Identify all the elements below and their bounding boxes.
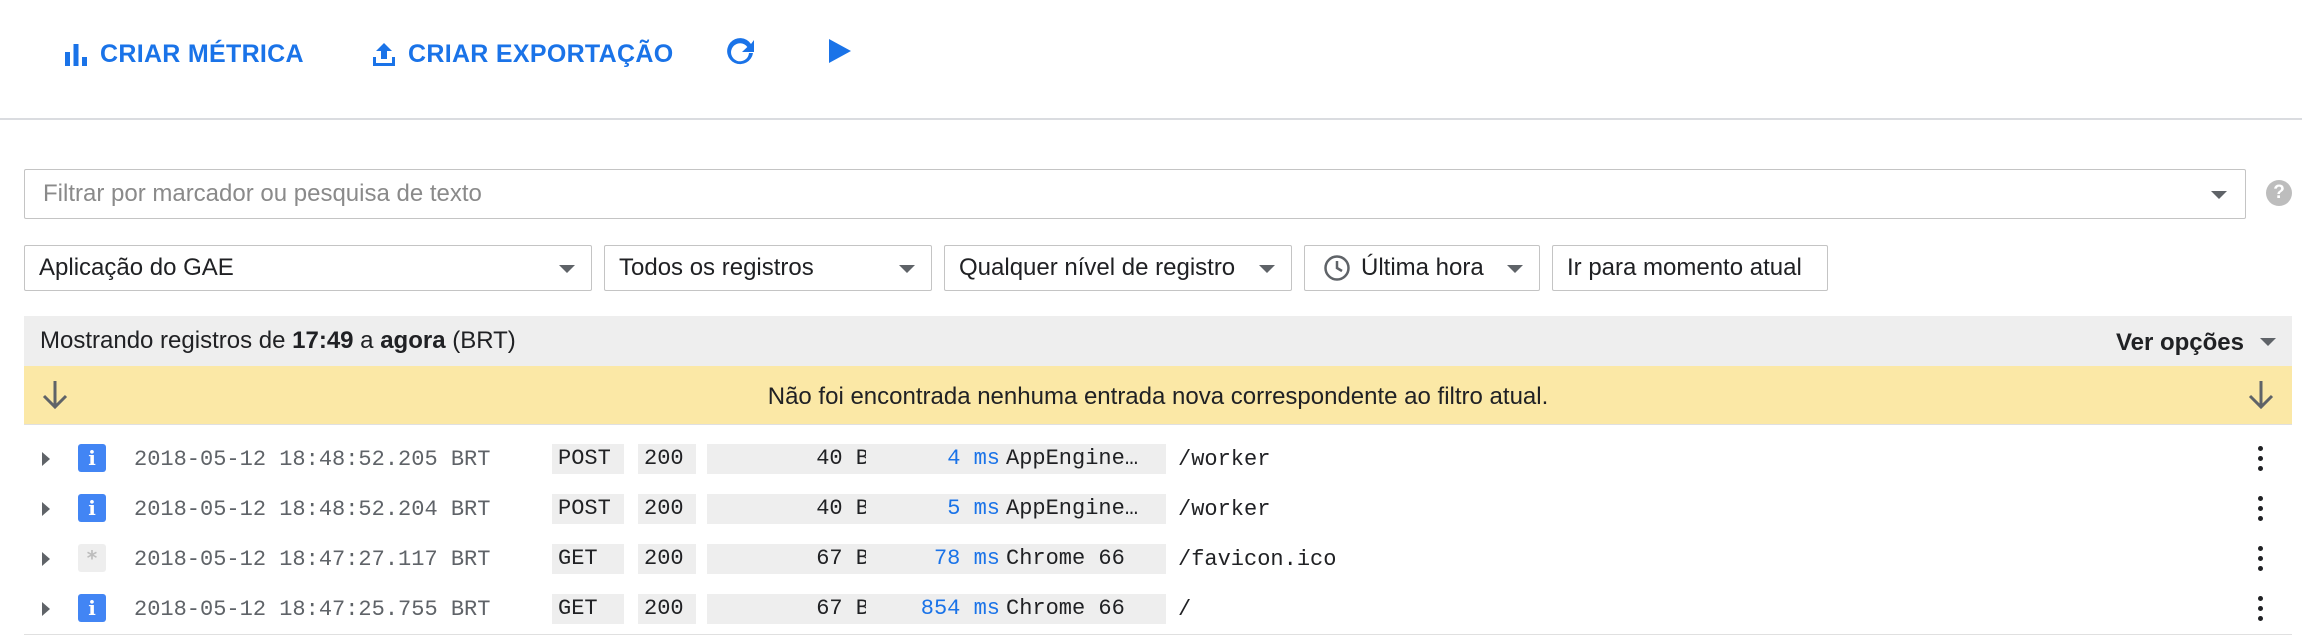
chevron-down-icon — [899, 265, 915, 273]
log-timestamp: 2018-05-12 18:48:52.205 BRT — [134, 447, 491, 472]
logs-selector-label: Todos os registros — [619, 254, 814, 281]
response-size[interactable]: 67 B — [707, 594, 875, 624]
log-range-mid: a — [353, 327, 381, 354]
chevron-down-icon — [1507, 265, 1523, 273]
chevron-down-icon[interactable] — [2260, 338, 2276, 346]
http-status[interactable]: 200 — [638, 544, 696, 574]
log-range-prefix: Mostrando registros de — [40, 327, 293, 354]
create-export-button[interactable]: CRIAR EXPORTAÇÃO — [370, 30, 673, 78]
response-size[interactable]: 40 B — [707, 444, 875, 474]
resource-selector[interactable]: Aplicação do GAE — [24, 245, 592, 291]
clock-icon — [1323, 254, 1351, 282]
log-row[interactable]: i 2018-05-12 18:47:25.755 BRT GET 200 67… — [24, 584, 2292, 635]
log-range-end: agora — [380, 327, 446, 354]
time-selector-label: Última hora — [1361, 254, 1484, 281]
level-selector-label: Qualquer nível de registro — [959, 254, 1236, 281]
create-export-label: CRIAR EXPORTAÇÃO — [408, 39, 674, 68]
notice-message: Não foi encontrada nenhuma entrada nova … — [767, 383, 1549, 410]
latency[interactable]: 4 ms — [866, 444, 1006, 474]
info-severity-icon: i — [78, 494, 106, 522]
more-vert-icon[interactable] — [2258, 546, 2264, 572]
more-vert-icon[interactable] — [2258, 446, 2264, 472]
log-range-header: Mostrando registros de 17:49 a agora (BR… — [24, 316, 2292, 366]
refresh-icon — [722, 33, 758, 76]
bar-chart-icon — [62, 40, 90, 68]
log-timestamp: 2018-05-12 18:48:52.204 BRT — [134, 497, 491, 522]
more-vert-icon[interactable] — [2258, 596, 2264, 622]
upload-icon — [370, 40, 398, 68]
user-agent[interactable]: AppEngine… — [1000, 444, 1166, 474]
level-selector[interactable]: Qualquer nível de registro — [944, 245, 1292, 291]
create-metric-label: CRIAR MÉTRICA — [100, 39, 304, 68]
http-status[interactable]: 200 — [638, 494, 696, 524]
logs-selector[interactable]: Todos os registros — [604, 245, 932, 291]
play-button[interactable] — [824, 30, 854, 78]
arrow-down-icon[interactable] — [2246, 378, 2276, 412]
default-severity-icon: * — [78, 544, 106, 572]
expand-arrow-icon[interactable] — [42, 452, 50, 466]
latency[interactable]: 78 ms — [866, 544, 1006, 574]
request-path: / — [1178, 597, 1192, 622]
http-method[interactable]: POST — [552, 444, 624, 474]
http-status[interactable]: 200 — [638, 594, 696, 624]
chevron-down-icon — [559, 265, 575, 273]
log-row[interactable]: i 2018-05-12 18:48:52.204 BRT POST 200 4… — [24, 484, 2292, 535]
user-agent[interactable]: Chrome 66 — [1000, 544, 1166, 574]
http-method[interactable]: GET — [552, 544, 624, 574]
filter-dropdown-icon[interactable] — [2211, 191, 2227, 199]
http-method[interactable]: POST — [552, 494, 624, 524]
resource-selector-label: Aplicação do GAE — [39, 254, 234, 281]
expand-arrow-icon[interactable] — [42, 602, 50, 616]
play-icon — [824, 36, 854, 73]
user-agent[interactable]: AppEngine… — [1000, 494, 1166, 524]
log-timestamp: 2018-05-12 18:47:27.117 BRT — [134, 547, 491, 572]
expand-arrow-icon[interactable] — [42, 552, 50, 566]
jump-to-now-label: Ir para momento atual — [1567, 254, 1802, 281]
request-path: /worker — [1178, 497, 1271, 522]
time-selector[interactable]: Última hora — [1304, 245, 1540, 291]
info-severity-icon: i — [78, 594, 106, 622]
chevron-down-icon — [1259, 265, 1275, 273]
http-status[interactable]: 200 — [638, 444, 696, 474]
refresh-button[interactable] — [722, 30, 758, 78]
request-path: /worker — [1178, 447, 1271, 472]
user-agent[interactable]: Chrome 66 — [1000, 594, 1166, 624]
log-range-tz: (BRT) — [445, 327, 516, 354]
toolbar: CRIAR MÉTRICA CRIAR EXPORTAÇÃO — [0, 0, 2302, 120]
request-path: /favicon.ico — [1178, 547, 1337, 572]
filter-input[interactable] — [41, 179, 2245, 209]
log-row[interactable]: * 2018-05-12 18:47:27.117 BRT GET 200 67… — [24, 534, 2292, 585]
help-icon[interactable]: ? — [2266, 180, 2292, 206]
latency[interactable]: 5 ms — [866, 494, 1006, 524]
more-vert-icon[interactable] — [2258, 496, 2264, 522]
log-range-start: 17:49 — [292, 327, 354, 354]
log-row[interactable]: i 2018-05-12 18:48:52.205 BRT POST 200 4… — [24, 434, 2292, 485]
response-size[interactable]: 67 B — [707, 544, 875, 574]
jump-to-now-button[interactable]: Ir para momento atual — [1552, 245, 1828, 291]
latency[interactable]: 854 ms — [866, 594, 1006, 624]
info-severity-icon: i — [78, 444, 106, 472]
filter-box[interactable] — [24, 169, 2246, 219]
expand-arrow-icon[interactable] — [42, 502, 50, 516]
http-method[interactable]: GET — [552, 594, 624, 624]
create-metric-button[interactable]: CRIAR MÉTRICA — [62, 30, 304, 78]
response-size[interactable]: 40 B — [707, 494, 875, 524]
no-new-entries-notice: Não foi encontrada nenhuma entrada nova … — [24, 366, 2292, 425]
view-options-button[interactable]: Ver opções — [2116, 329, 2244, 357]
log-timestamp: 2018-05-12 18:47:25.755 BRT — [134, 597, 491, 622]
log-range-text: Mostrando registros de 17:49 a agora (BR… — [40, 327, 516, 355]
